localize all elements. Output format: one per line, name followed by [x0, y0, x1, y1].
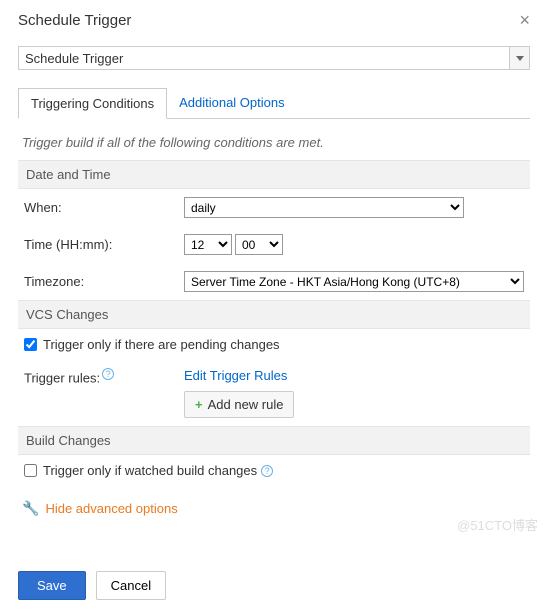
time-label: Time (HH:mm): — [24, 237, 184, 252]
trigger-type-select[interactable]: Schedule Trigger — [18, 46, 530, 70]
dialog-header: Schedule Trigger × — [18, 10, 530, 31]
help-icon[interactable]: ? — [102, 368, 114, 380]
close-icon[interactable]: × — [519, 10, 530, 31]
watermark: @51CTO博客 — [457, 515, 538, 534]
trigger-rules-label: Trigger rules:? — [24, 368, 184, 385]
tabs: Triggering Conditions Additional Options — [18, 88, 530, 119]
help-icon[interactable]: ? — [261, 465, 273, 477]
when-label: When: — [24, 200, 184, 215]
add-new-rule-button[interactable]: + Add new rule — [184, 391, 294, 418]
minute-select[interactable]: 00 — [235, 234, 283, 255]
cancel-button[interactable]: Cancel — [96, 571, 166, 600]
plus-icon: + — [195, 397, 203, 412]
pending-changes-label: Trigger only if there are pending change… — [43, 337, 280, 352]
trigger-type-value: Schedule Trigger — [25, 51, 123, 66]
hour-select[interactable]: 12 — [184, 234, 232, 255]
dialog-title: Schedule Trigger — [18, 12, 131, 29]
pending-changes-checkbox[interactable] — [24, 338, 37, 351]
edit-trigger-rules-link[interactable]: Edit Trigger Rules — [184, 368, 287, 383]
dialog-footer: Save Cancel — [0, 559, 548, 612]
tab-triggering-conditions[interactable]: Triggering Conditions — [18, 88, 167, 119]
chevron-down-icon — [509, 47, 529, 69]
tab-additional-options[interactable]: Additional Options — [167, 88, 297, 118]
watched-build-checkbox[interactable] — [24, 464, 37, 477]
wrench-icon: 🔧 — [22, 500, 39, 517]
save-button[interactable]: Save — [18, 571, 86, 600]
section-build: Build Changes — [18, 426, 530, 455]
intro-text: Trigger build if all of the following co… — [18, 129, 530, 160]
timezone-label: Timezone: — [24, 274, 184, 289]
hide-advanced-options-link[interactable]: 🔧 Hide advanced options — [18, 486, 530, 531]
section-datetime: Date and Time — [18, 160, 530, 189]
section-vcs: VCS Changes — [18, 300, 530, 329]
when-select[interactable]: daily — [184, 197, 464, 218]
watched-build-label: Trigger only if watched build changes — [43, 463, 257, 478]
timezone-select[interactable]: Server Time Zone - HKT Asia/Hong Kong (U… — [184, 271, 524, 292]
